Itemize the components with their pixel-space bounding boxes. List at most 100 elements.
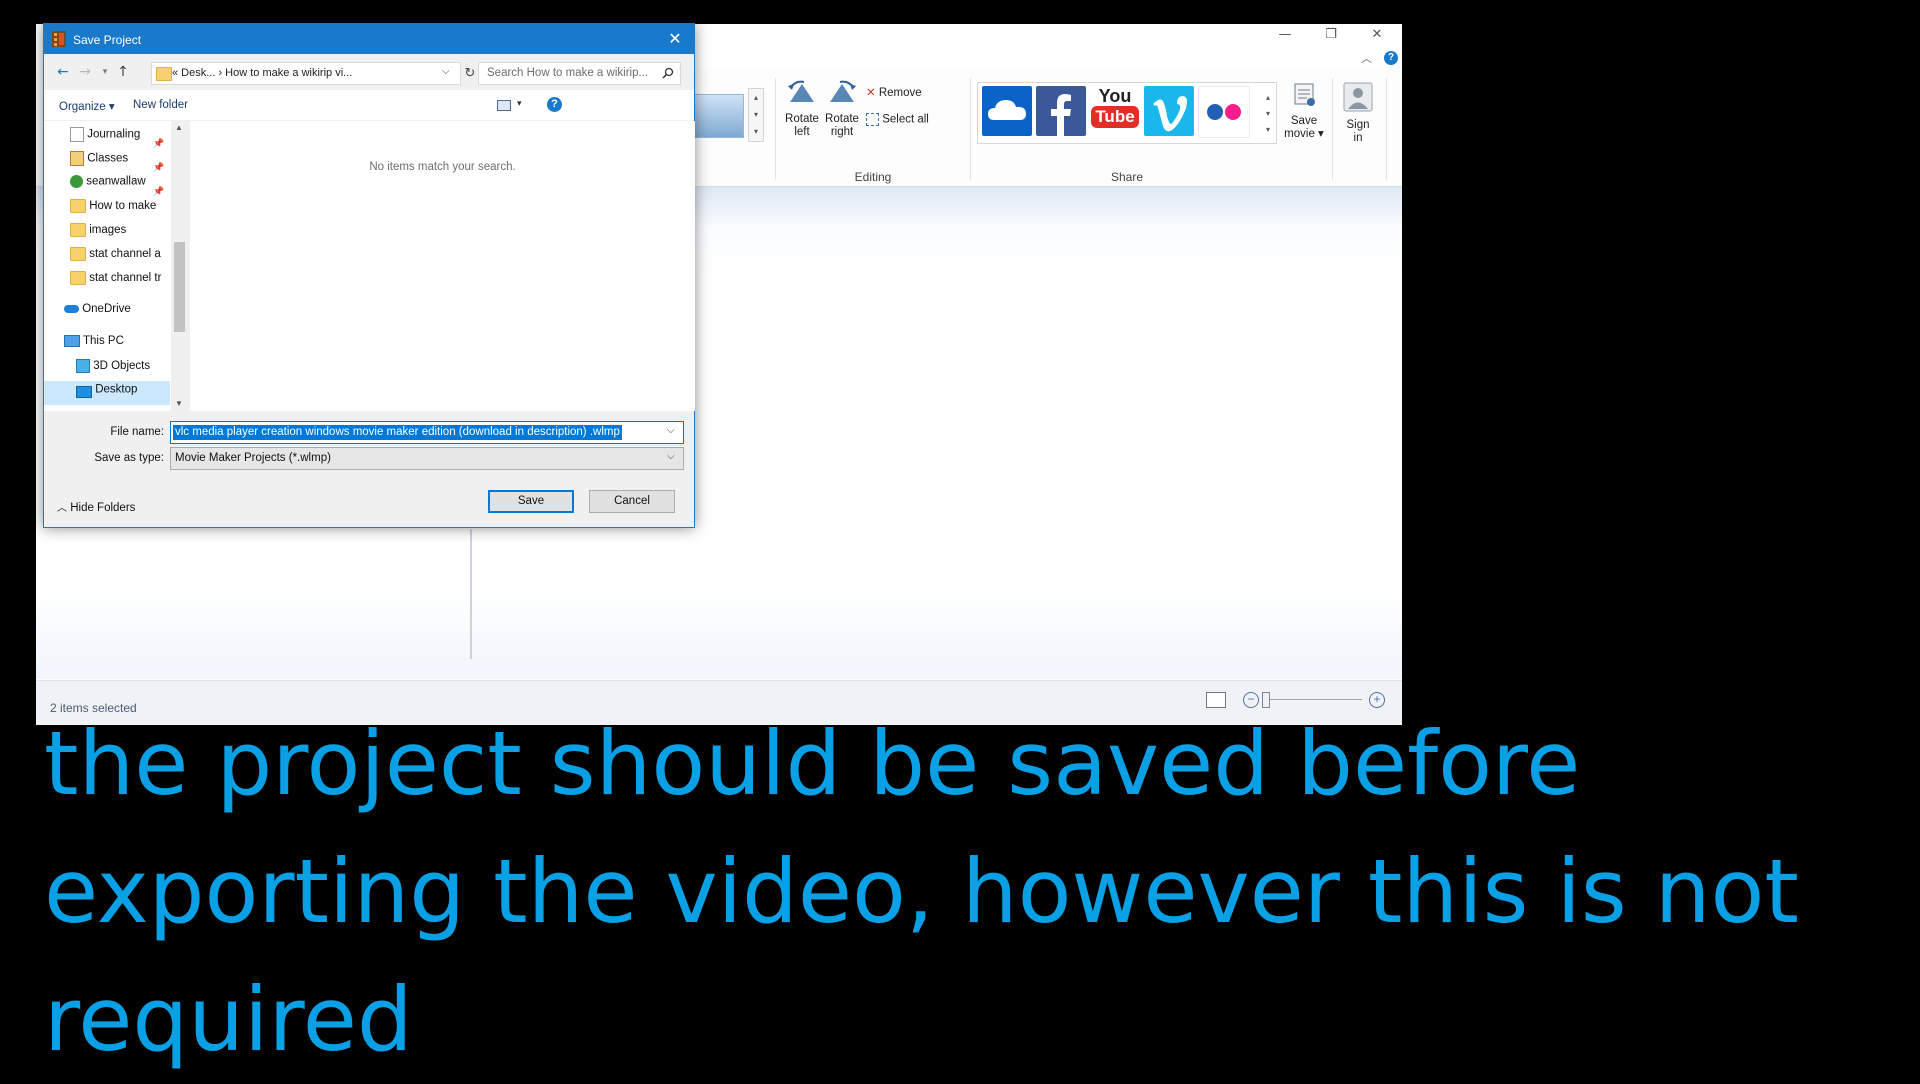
nav-item-images[interactable]: images (70, 223, 170, 247)
save-movie-label: Save movie ▾ (1284, 115, 1324, 140)
share-gallery-scroll[interactable]: ▴ ▾ ▾ (1262, 90, 1274, 140)
youtube-icon: You Tube (1090, 86, 1140, 128)
folder-icon (70, 271, 86, 285)
nav-item-this-pc[interactable]: This PC (64, 335, 170, 359)
sign-in-icon (1343, 82, 1373, 112)
sign-in-button[interactable]: Sign in (1336, 82, 1380, 145)
onedrive-icon (988, 100, 1026, 120)
dialog-titlebar[interactable]: Save Project ✕ (44, 24, 694, 54)
search-icon (662, 67, 674, 79)
desktop-icon (76, 386, 92, 398)
flickr-icon (1207, 104, 1241, 120)
rotate-right-icon (830, 80, 856, 102)
search-input[interactable]: Search How to make a wikirip... (478, 62, 681, 85)
nav-item-label: This PC (83, 335, 124, 348)
document-icon (70, 127, 84, 142)
group-separator (1386, 78, 1387, 180)
nav-item-label: Journaling (87, 128, 141, 141)
rotate-left-label: Rotate left (785, 113, 819, 138)
new-folder-button[interactable]: New folder (133, 99, 188, 111)
visual-effect-thumbnail[interactable] (690, 94, 744, 138)
forward-button[interactable]: → (75, 62, 95, 82)
navigation-pane: Journaling Classes seanwallaw How to mak… (44, 121, 184, 411)
hide-folders-label: Hide Folders (70, 502, 136, 514)
rotate-left-icon (788, 80, 814, 102)
pane-splitter[interactable] (470, 529, 472, 659)
gallery-scroll[interactable]: ▴ ▾ ▾ (748, 88, 764, 142)
restore-button[interactable]: ❐ (1308, 24, 1354, 46)
youtube-share-button[interactable]: You Tube (1090, 86, 1140, 136)
remove-button[interactable]: ✕ Remove (866, 85, 922, 99)
view-options-dropdown[interactable]: ▾ (517, 98, 522, 109)
close-window-button[interactable]: ✕ (1354, 24, 1400, 46)
help-icon[interactable]: ? (1384, 51, 1398, 65)
nav-item-label: seanwallaw (86, 175, 146, 188)
save-movie-button[interactable]: Save movie ▾ (1282, 82, 1326, 141)
nav-item-desktop[interactable]: Desktop (44, 381, 170, 405)
library-icon (70, 151, 84, 166)
dialog-toolbar: Organize ▾ New folder ▾ ? (44, 90, 694, 121)
tree-icon (70, 175, 83, 188)
collapse-ribbon-icon[interactable]: ︿ (1361, 50, 1372, 66)
up-button[interactable]: ↑ (113, 62, 133, 82)
pin-icons: 📌 📌 📌 (153, 138, 165, 196)
organize-button[interactable]: Organize ▾ (59, 99, 115, 113)
tutorial-caption: the project should be saved before expor… (44, 712, 1799, 1071)
group-separator (775, 78, 776, 180)
file-name-label: File name: (110, 426, 164, 438)
vimeo-icon (1153, 96, 1187, 132)
scroll-down-icon[interactable]: ▼ (175, 399, 183, 408)
dialog-title: Save Project (73, 33, 142, 47)
rotate-right-label: Rotate right (825, 113, 859, 138)
cancel-button[interactable]: Cancel (589, 490, 675, 513)
chevron-up-icon: ︿ (57, 503, 67, 514)
vimeo-share-button[interactable] (1144, 86, 1194, 136)
movie-maker-app-icon (52, 31, 66, 47)
search-placeholder: Search How to make a wikirip... (487, 67, 649, 79)
address-bar[interactable]: « Desk... › How to make a wikirip vi... … (151, 62, 461, 85)
group-separator (1332, 78, 1333, 180)
nav-item-label: stat channel tr (89, 272, 162, 285)
change-view-icon[interactable] (497, 100, 511, 111)
save-as-type-label: Save as type: (94, 452, 164, 464)
nav-scrollbar-thumb[interactable] (174, 242, 185, 332)
save-project-dialog: Save Project ✕ ← → ▾ ↑ « Desk... › How t… (43, 23, 695, 528)
rotate-left-button[interactable]: Rotate left (782, 78, 822, 139)
minimize-button[interactable]: — (1262, 24, 1308, 46)
nav-item-label: Desktop (95, 383, 138, 396)
refresh-icon[interactable]: ↻ (461, 62, 479, 85)
save-button[interactable]: Save (488, 490, 574, 513)
back-button[interactable]: ← (53, 62, 73, 82)
share-group-label: Share (1110, 170, 1144, 184)
computer-icon (64, 335, 80, 347)
scroll-up-icon[interactable]: ▲ (175, 123, 183, 132)
save-movie-icon (1294, 83, 1315, 106)
select-all-icon (866, 113, 879, 126)
file-name-input[interactable]: vlc media player creation windows movie … (170, 421, 684, 444)
facebook-share-button[interactable] (1036, 86, 1086, 136)
dialog-help-icon[interactable]: ? (547, 97, 562, 112)
flickr-share-button[interactable] (1198, 86, 1250, 138)
rotate-right-button[interactable]: Rotate right (822, 78, 862, 139)
nav-item-label: 3D Objects (93, 360, 151, 373)
nav-item-label: OneDrive (82, 303, 131, 315)
nav-item-stat-channel-a[interactable]: stat channel a (70, 247, 170, 271)
nav-item-label: How to make (89, 200, 157, 213)
address-path[interactable]: « Desk... › How to make a wikirip vi... (172, 67, 352, 79)
dialog-close-button[interactable]: ✕ (656, 24, 694, 54)
nav-item-stat-channel-tr[interactable]: stat channel tr (70, 271, 170, 295)
save-as-type-dropdown-icon[interactable]: ⌵ (667, 451, 675, 462)
nav-item-3d-objects[interactable]: 3D Objects (76, 359, 170, 383)
file-name-dropdown-icon[interactable]: ⌵ (667, 425, 675, 436)
nav-item-label: images (89, 224, 127, 237)
file-list-pane[interactable]: No items match your search. (189, 121, 695, 411)
save-as-type-value: Movie Maker Projects (*.wlmp) (175, 452, 331, 464)
onedrive-share-button[interactable] (982, 86, 1032, 136)
remove-label: Remove (878, 87, 922, 99)
recent-locations-button[interactable]: ▾ (95, 62, 115, 82)
hide-folders-button[interactable]: ︿ Hide Folders (57, 499, 135, 514)
address-dropdown-icon[interactable]: ⌵ (442, 66, 450, 77)
save-as-type-select[interactable]: Movie Maker Projects (*.wlmp) ⌵ (170, 447, 684, 470)
nav-item-onedrive[interactable]: OneDrive (64, 303, 170, 327)
select-all-button[interactable]: Select all (866, 113, 929, 126)
